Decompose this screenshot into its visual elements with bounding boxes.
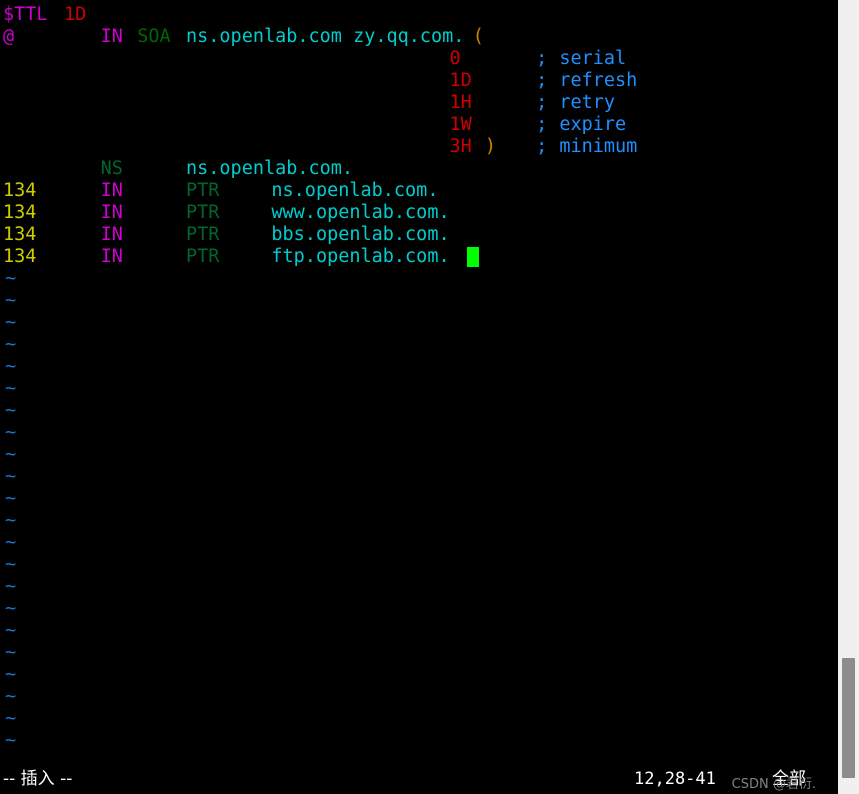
vim-status-line: -- 插入 -- 12,28-41 全部 (0, 764, 838, 794)
code-token: refresh (559, 70, 638, 91)
code-token: PTR (186, 180, 220, 201)
code-token: 134 (3, 246, 37, 267)
empty-line-tilde: ~ (5, 708, 17, 729)
empty-line-tilde: ~ (5, 290, 17, 311)
empty-line-tilde: ~ (5, 488, 17, 509)
empty-line-tilde: ~ (5, 268, 17, 289)
code-token: 134 (3, 180, 37, 201)
code-token: ; (536, 70, 548, 91)
code-token: serial (559, 48, 627, 69)
empty-line-tilde: ~ (5, 356, 17, 377)
empty-line-tilde: ~ (5, 598, 17, 619)
code-token: ; (536, 48, 548, 69)
empty-line-tilde: ~ (5, 620, 17, 641)
empty-line-tilde: ~ (5, 730, 17, 751)
code-token: 3H (449, 136, 472, 157)
code-token: 1D (64, 4, 87, 25)
empty-line-tilde: ~ (5, 642, 17, 663)
empty-line-tilde: ~ (5, 312, 17, 333)
empty-line-tilde: ~ (5, 686, 17, 707)
empty-line-tilde: ~ (5, 444, 17, 465)
empty-line-tilde: ~ (5, 664, 17, 685)
empty-line-tilde: ~ (5, 554, 17, 575)
code-token: ; (536, 114, 548, 135)
code-token: 1W (449, 114, 472, 135)
code-token: @ (3, 26, 15, 47)
code-token: ns.openlab.com. (186, 158, 354, 179)
code-token: ns.openlab.com zy.qq.com. (186, 26, 465, 47)
code-token: bbs.openlab.com. (271, 224, 450, 245)
code-token: 0 (449, 48, 461, 69)
code-token: 134 (3, 202, 37, 223)
code-token: PTR (186, 246, 220, 267)
code-token: ns.openlab.com. (271, 180, 439, 201)
empty-line-tilde: ~ (5, 334, 17, 355)
code-token: 134 (3, 224, 37, 245)
empty-line-tilde: ~ (5, 510, 17, 531)
text-cursor (466, 247, 479, 267)
code-token: $TTL (3, 4, 48, 25)
code-token: ) (484, 136, 497, 157)
code-token: IN (100, 180, 123, 201)
code-token: IN (100, 246, 123, 267)
empty-line-tilde: ~ (5, 378, 17, 399)
code-token: expire (559, 114, 627, 135)
empty-line-tilde: ~ (5, 532, 17, 553)
cursor-position-indicator: 12,28-41 (634, 769, 716, 789)
code-token: ftp.openlab.com. (271, 246, 450, 267)
code-token: 1H (449, 92, 472, 113)
empty-line-tilde: ~ (5, 576, 17, 597)
code-token: 1D (449, 70, 472, 91)
code-token: www.openlab.com. (271, 202, 450, 223)
code-token: ; (536, 92, 548, 113)
code-token: IN (100, 26, 123, 47)
code-token: PTR (186, 202, 220, 223)
code-token: ( (472, 26, 484, 47)
vim-mode-indicator: -- 插入 -- (3, 769, 73, 789)
csdn-watermark: CSDN @君衍. (731, 777, 816, 792)
code-token: SOA (137, 26, 171, 47)
code-token: IN (100, 202, 123, 223)
page-scrollbar-thumb[interactable] (842, 658, 855, 778)
terminal-window: $TTL 1D @ IN SOA ns.openlab.com zy.qq.com. (0;… (0, 0, 838, 794)
code-token: retry (559, 92, 616, 113)
code-token: PTR (186, 224, 220, 245)
code-token: ; (536, 136, 548, 157)
page-scrollbar-track[interactable] (838, 0, 859, 794)
empty-line-tilde: ~ (5, 400, 17, 421)
code-token: IN (100, 224, 123, 245)
empty-line-tilde: ~ (5, 422, 17, 443)
code-token: minimum (559, 136, 638, 157)
empty-line-tilde: ~ (5, 466, 17, 487)
code-token: NS (100, 158, 123, 179)
